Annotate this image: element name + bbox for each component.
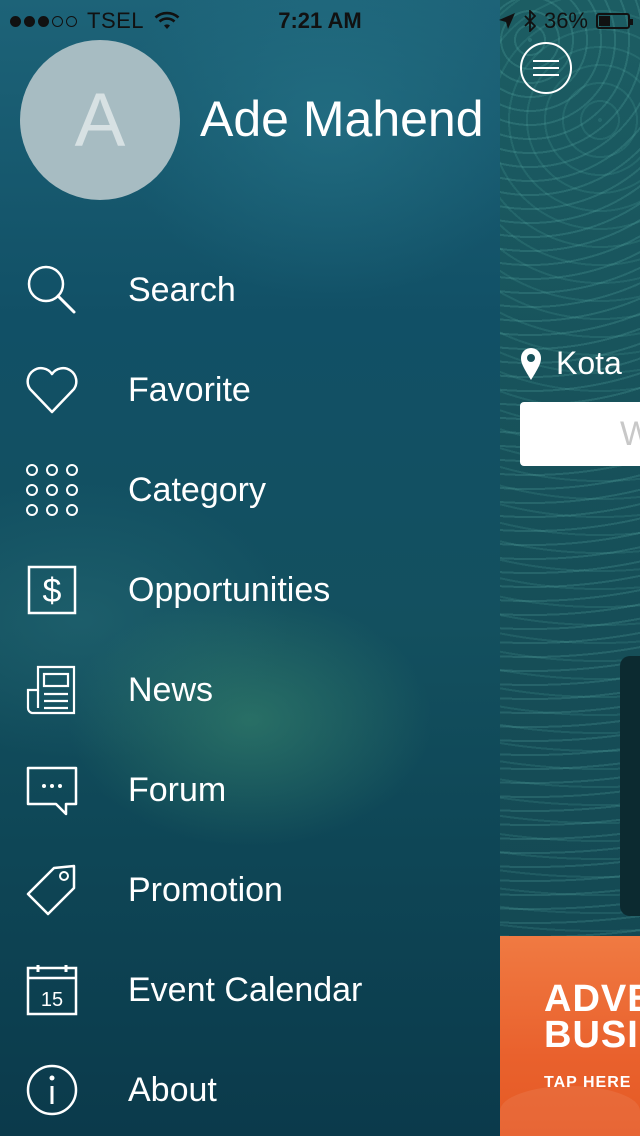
avatar-initial: A (74, 77, 126, 163)
menu-item-forum[interactable]: Forum (0, 740, 500, 840)
content-card[interactable] (620, 656, 640, 916)
dollar-icon: $ (27, 565, 77, 615)
tag-icon (26, 864, 76, 916)
menu-item-opportunities[interactable]: $ Opportunities (0, 540, 500, 640)
advertisement-banner[interactable]: ADVE BUSI TAP HERE (500, 936, 640, 1136)
grid-dots-icon (26, 464, 78, 516)
drawer-menu: Search Favorite Category $ Opportunities (0, 240, 500, 1136)
newspaper-icon (26, 665, 76, 715)
menu-label-news: News (128, 670, 214, 709)
info-icon (26, 1064, 78, 1116)
status-bar: TSEL 7:21 AM 36% (0, 0, 640, 40)
chat-bubble-icon (26, 766, 78, 816)
calendar-icon: 15 (26, 965, 78, 1016)
menu-label-promotion: Promotion (128, 870, 283, 909)
menu-label-favorite: Favorite (128, 370, 251, 409)
ad-line3: TAP HERE (544, 1074, 632, 1091)
menu-item-favorite[interactable]: Favorite (0, 340, 500, 440)
battery-icon (596, 13, 633, 29)
bluetooth-icon (524, 10, 536, 32)
ad-line2: BUSI (544, 1014, 639, 1056)
menu-label-event-calendar: Event Calendar (128, 970, 363, 1009)
calendar-icon-day: 15 (41, 989, 63, 1011)
battery-percent: 36% (543, 8, 588, 33)
hamburger-menu-button[interactable] (520, 42, 572, 94)
menu-label-about: About (128, 1070, 217, 1109)
menu-label-search: Search (128, 270, 236, 309)
svg-text:$: $ (43, 572, 62, 610)
main-search-input[interactable]: W (520, 402, 640, 466)
location-selector[interactable]: Kota (520, 345, 622, 382)
menu-item-event-calendar[interactable]: 15 Event Calendar (0, 940, 500, 1040)
menu-label-opportunities: Opportunities (128, 570, 331, 609)
search-icon (27, 265, 76, 314)
menu-item-about[interactable]: About (0, 1040, 500, 1136)
heart-icon (26, 366, 78, 414)
ad-decoration (500, 1086, 640, 1136)
menu-item-search[interactable]: Search (0, 240, 500, 340)
status-right: 36% (498, 8, 633, 34)
menu-label-forum: Forum (128, 770, 227, 809)
location-arrow-icon (498, 13, 515, 29)
location-text: Kota (556, 345, 622, 381)
menu-item-promotion[interactable]: Promotion (0, 840, 500, 940)
user-name: Ade Mahend (200, 91, 484, 147)
avatar[interactable]: A (20, 40, 180, 200)
menu-item-news[interactable]: News (0, 640, 500, 740)
location-pin-icon (521, 347, 541, 380)
menu-item-category[interactable]: Category (0, 440, 500, 540)
menu-label-category: Category (128, 470, 266, 509)
